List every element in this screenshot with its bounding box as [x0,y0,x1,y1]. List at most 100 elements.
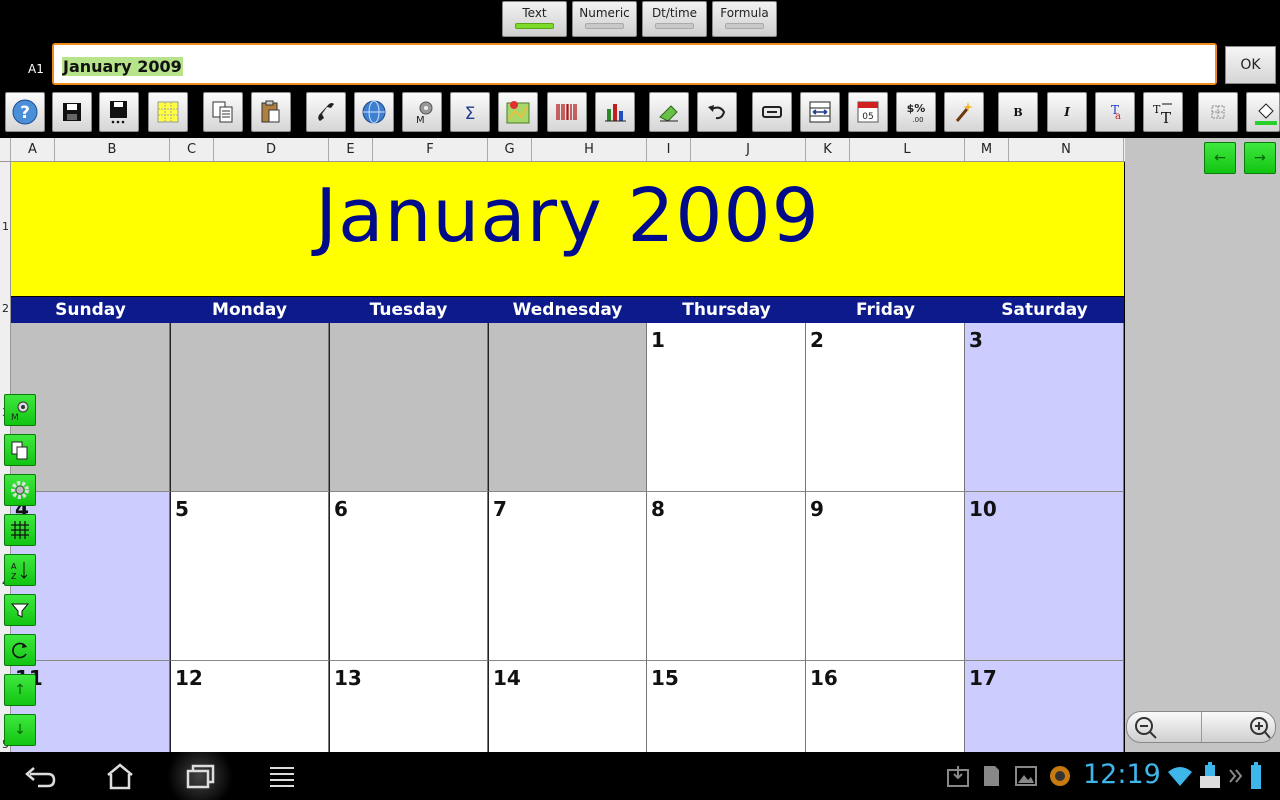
sum-button[interactable]: Σ [450,92,490,132]
scroll-right-button[interactable]: → [1244,142,1276,174]
web-button[interactable] [354,92,394,132]
formula-value: January 2009 [62,57,183,76]
chart-button[interactable] [595,92,635,132]
column-j[interactable]: J [691,138,806,161]
column-n[interactable]: N [1009,138,1124,161]
column-g[interactable]: G [488,138,532,161]
barcode-button[interactable] [547,92,587,132]
copy-side-button[interactable] [4,434,36,466]
day-cell[interactable]: 7 [488,492,647,661]
day-number: 15 [651,666,679,690]
day-cell[interactable]: 8 [647,492,806,661]
scroll-up-button[interactable]: ↑ [4,674,36,706]
tab-formula[interactable]: Formula [712,1,777,37]
undo-button[interactable] [697,92,737,132]
day-cell[interactable] [488,323,647,492]
day-cell[interactable]: 3 [965,323,1124,492]
row-1[interactable]: 1 [0,220,11,233]
day-cell[interactable]: 17 [965,661,1124,752]
weekday-tuesday[interactable]: Tuesday [329,297,488,323]
weekday-friday[interactable]: Friday [806,297,965,323]
italic-button[interactable]: I [1047,92,1087,132]
column-d[interactable]: D [214,138,329,161]
gallery-icon [1015,766,1037,786]
date-button[interactable]: 05 [848,92,888,132]
weekday-monday[interactable]: Monday [170,297,329,323]
fill-color-button[interactable] [1246,92,1280,132]
italic-text: I [1063,105,1070,119]
formula-input[interactable]: January 2009 [52,43,1217,85]
home-button[interactable] [100,760,140,792]
tab-numeric[interactable]: Numeric [572,1,637,37]
day-cell[interactable]: 10 [965,492,1124,661]
back-button[interactable] [20,760,60,792]
font-size-button[interactable]: TT [1143,92,1183,132]
wrap-button[interactable] [752,92,792,132]
sort-side-button[interactable]: AZ [4,554,36,586]
weekday-wednesday[interactable]: Wednesday [488,297,647,323]
grid-side-button[interactable] [4,514,36,546]
bold-button[interactable]: B [998,92,1038,132]
day-cell[interactable]: 14 [488,661,647,752]
zoom-out-button[interactable] [1127,712,1202,742]
phone-button[interactable] [306,92,346,132]
row-2[interactable]: 2 [0,302,11,315]
column-c[interactable]: C [170,138,214,161]
menu-button[interactable] [262,760,302,792]
save-as-button[interactable] [99,92,139,132]
day-cell[interactable]: 12 [170,661,329,752]
download-icon [947,766,969,787]
day-cell[interactable]: 15 [647,661,806,752]
day-cell[interactable]: 1 [647,323,806,492]
day-cell[interactable]: 9 [806,492,965,661]
tab-text-label: Text [522,6,547,20]
text-color-button[interactable]: Ta [1095,92,1135,132]
column-a[interactable]: A [11,138,55,161]
recent-apps-button[interactable] [160,752,240,800]
column-i[interactable]: I [647,138,691,161]
weekday-sunday[interactable]: Sunday [11,297,170,323]
tab-dt-time[interactable]: Dt/time [642,1,707,37]
title-cell[interactable]: January 2009 [11,162,1124,296]
macro-side-button[interactable]: M [4,394,36,426]
scroll-down-button[interactable]: ↓ [4,714,36,746]
filter-side-button[interactable] [4,594,36,626]
settings-side-button[interactable] [4,474,36,506]
borders-button[interactable] [1198,92,1238,132]
day-cell[interactable]: 6 [329,492,488,661]
calendar-day-text: 05 [862,112,873,122]
column-b[interactable]: B [55,138,170,161]
column-m[interactable]: M [965,138,1009,161]
paste-button[interactable] [251,92,291,132]
column-l[interactable]: L [850,138,965,161]
day-cell[interactable]: 16 [806,661,965,752]
copy-button[interactable] [203,92,243,132]
corner-cell[interactable] [0,138,11,161]
column-f[interactable]: F [373,138,488,161]
macro-button[interactable]: M [402,92,442,132]
number-format-button[interactable]: $% .00 [896,92,936,132]
ok-button[interactable]: OK [1225,46,1276,84]
save-button[interactable] [52,92,92,132]
day-cell[interactable]: 2 [806,323,965,492]
scroll-left-button[interactable]: ← [1204,142,1236,174]
day-cell[interactable]: 13 [329,661,488,752]
column-e[interactable]: E [329,138,373,161]
select-grid-button[interactable] [148,92,188,132]
weekday-saturday[interactable]: Saturday [965,297,1124,323]
refresh-side-button[interactable] [4,634,36,666]
fit-width-button[interactable] [800,92,840,132]
clear-button[interactable] [649,92,689,132]
day-cell[interactable]: 5 [170,492,329,661]
toolbar: ? M Σ 05 $% .00 B I Ta TT [0,88,1280,138]
help-button[interactable]: ? [5,92,45,132]
column-h[interactable]: H [532,138,647,161]
tab-text[interactable]: Text [502,1,567,37]
map-button[interactable] [498,92,538,132]
day-cell[interactable] [170,323,329,492]
auto-format-button[interactable] [944,92,984,132]
zoom-in-button[interactable] [1202,712,1276,742]
weekday-thursday[interactable]: Thursday [647,297,806,323]
column-k[interactable]: K [806,138,850,161]
day-cell[interactable] [329,323,488,492]
